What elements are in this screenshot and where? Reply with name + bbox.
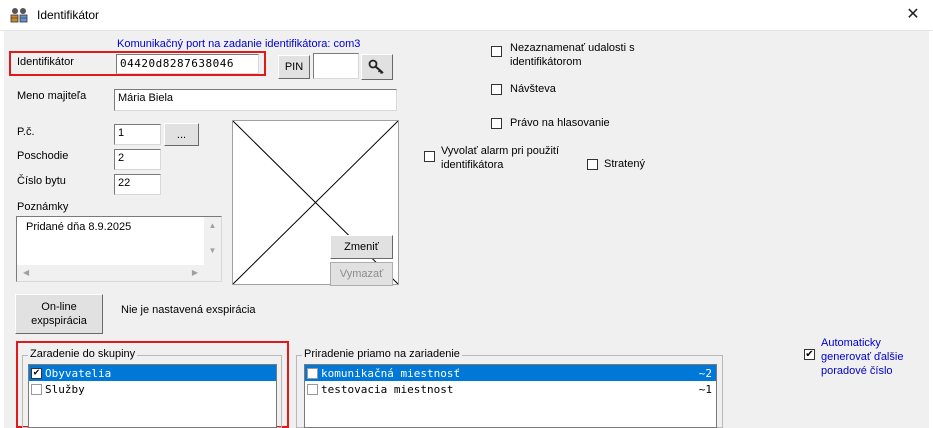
key-button[interactable] [361, 54, 393, 80]
empty-photo-cross [232, 120, 399, 285]
scroll-corner [204, 265, 221, 281]
notes-hscrollbar[interactable]: ◀ ▶ [17, 265, 204, 281]
online-expiration-button[interactable]: On-line expspirácia [15, 294, 103, 334]
apartment-label: Číslo bytu [17, 175, 66, 187]
change-photo-button[interactable]: Zmeniť [330, 235, 393, 259]
photo-placeholder [232, 120, 399, 285]
group-item-checkbox[interactable] [31, 383, 42, 395]
groups-title: Zaradenie do skupiny [28, 348, 138, 360]
window-title: Identifikátor [37, 8, 100, 22]
lost-label: Stratený [604, 158, 645, 170]
groups-list[interactable]: ✔ Obyvatelia Služby [28, 364, 277, 428]
group-item-sluzby[interactable]: Služby [29, 381, 276, 397]
auto-number-label: Automaticky generovať ďalšie poradové čísl… [821, 337, 904, 377]
owner-input[interactable]: Mária Biela [114, 89, 397, 111]
expiration-status: Nie je nastavená exspirácia [121, 304, 256, 316]
pc-label: P.č. [17, 126, 35, 138]
group-item-obyvatelia[interactable]: ✔ Obyvatelia [29, 365, 276, 381]
visit-label: Návšteva [510, 83, 556, 95]
device-item-komunikacna[interactable]: komunikačná miestnosť ~2 [305, 365, 716, 381]
devices-list[interactable]: komunikačná miestnosť ~2 testovacia mies… [304, 364, 717, 428]
pin-input[interactable] [313, 53, 359, 79]
alarm-label: Vyvolať alarm pri použití identifikátora [441, 145, 560, 171]
group-item-checkbox[interactable]: ✔ [31, 367, 42, 379]
owner-label: Meno majiteľa [17, 90, 87, 102]
device-item-checkbox[interactable] [307, 367, 318, 379]
floor-label: Poschodie [17, 150, 69, 162]
close-icon[interactable]: ✕ [901, 4, 925, 26]
voting-label: Právo na hlasovanie [510, 117, 610, 129]
apartment-input[interactable]: 22 [114, 174, 161, 195]
no-events-label: Nezaznamenať udalosti s identifikátorom [510, 42, 635, 68]
notes-textarea[interactable]: Pridané dňa 8.9.2025 ▲ ▼ ◀ ▶ [16, 216, 222, 282]
key-icon [368, 59, 384, 75]
notes-text: Pridané dňa 8.9.2025 [26, 221, 132, 233]
device-item-testovacia[interactable]: testovacia miestnost ~1 [305, 381, 716, 397]
delete-photo-button[interactable]: Vymazať [330, 262, 393, 286]
floor-input[interactable]: 2 [114, 149, 161, 170]
identifier-label: Identifikátor [17, 56, 74, 68]
visit-checkbox[interactable] [491, 84, 502, 95]
devices-title: Priradenie priamo na zariadenie [302, 348, 462, 360]
notes-label: Poznámky [17, 201, 69, 213]
users-icon [10, 8, 28, 23]
no-events-checkbox[interactable] [491, 46, 502, 57]
voting-checkbox[interactable] [491, 118, 502, 129]
pin-button[interactable]: PIN [278, 55, 310, 79]
device-item-suffix: ~1 [698, 382, 712, 396]
notes-vscrollbar[interactable]: ▲ ▼ [204, 217, 221, 266]
pc-browse-button[interactable]: ... [164, 123, 199, 146]
pc-input[interactable]: 1 [114, 124, 161, 145]
alarm-checkbox[interactable] [424, 151, 435, 162]
port-info: Komunikačný port na zadanie identifikáto… [117, 38, 361, 50]
device-item-suffix: ~2 [698, 366, 712, 380]
lost-checkbox[interactable] [587, 159, 598, 170]
identifier-input[interactable]: 04420d8287638046 [116, 54, 259, 74]
title-bar: Identifikátor ✕ [0, 0, 933, 31]
device-item-checkbox[interactable] [307, 383, 318, 395]
auto-number-checkbox[interactable]: ✔ [804, 349, 815, 360]
